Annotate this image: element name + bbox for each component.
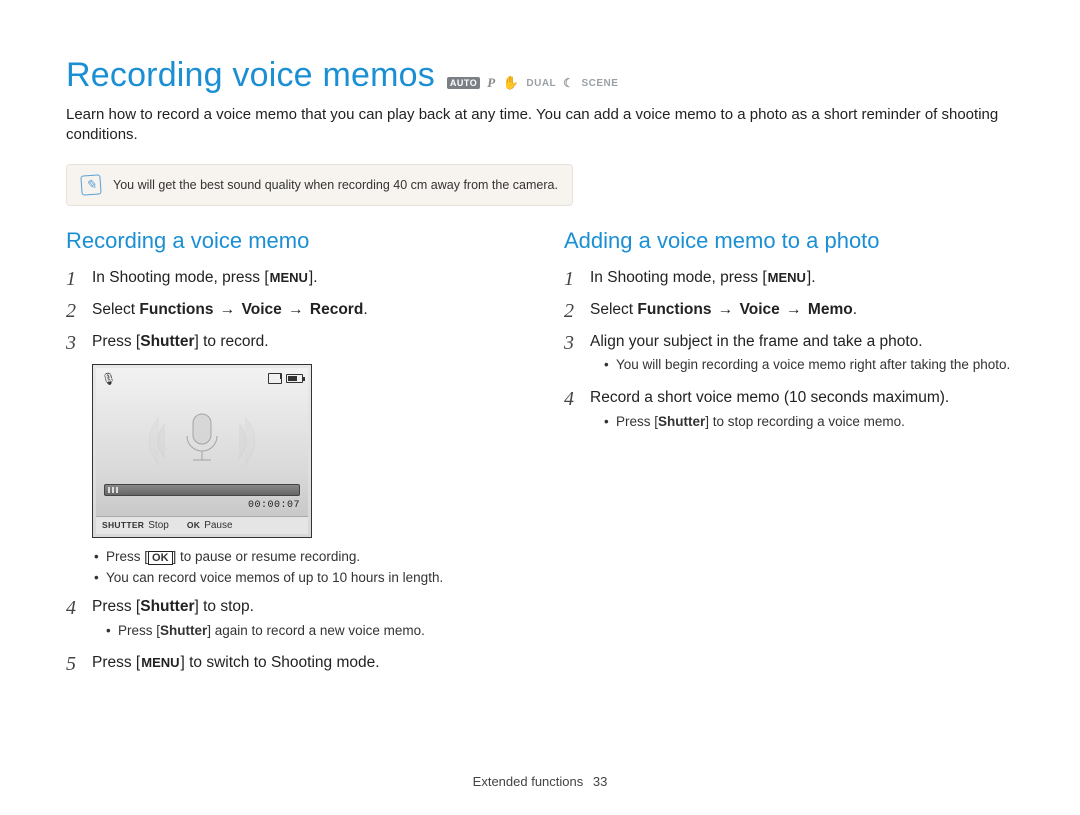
list-item: You can record voice memos of up to 10 h… [94, 569, 516, 587]
list-item: Press [Shutter] to stop recording a voic… [604, 413, 1014, 431]
step-body: Record a short voice memo (10 seconds ma… [590, 388, 1014, 434]
step3-bullets: Press [OK] to pause or resume recording.… [80, 548, 516, 587]
arrow-icon: → [780, 301, 808, 318]
battery-icon [286, 374, 303, 383]
right-step-2: 2 Select Functions → Voice → Memo. [564, 300, 1014, 322]
step-body: Align your subject in the frame and take… [590, 332, 1014, 378]
shutter-hint: SHUTTER Stop [102, 520, 169, 531]
mode-scene-label: SCENE [581, 78, 618, 89]
columns: Recording a voice memo 1 In Shooting mod… [66, 228, 1014, 686]
mode-indicators: AUTO P ✋ DUAL ☾ SCENE [447, 75, 618, 91]
step-number: 3 [564, 332, 580, 354]
step3-bullets: You will begin recording a voice memo ri… [590, 356, 1014, 374]
status-icons [268, 373, 303, 384]
arrow-icon: → [213, 301, 241, 318]
step-number: 4 [66, 597, 82, 619]
left-step-2: 2 Select Functions → Voice → Record. [66, 300, 516, 322]
right-step-3: 3 Align your subject in the frame and ta… [564, 332, 1014, 378]
left-step-1: 1 In Shooting mode, press [MENU]. [66, 268, 516, 290]
mode-auto-icon: AUTO [447, 77, 480, 89]
mode-dual-label: DUAL [526, 78, 556, 89]
menu-button-label: MENU [269, 269, 309, 287]
hand-icon: ✋ [503, 75, 520, 91]
left-step-3: 3 Press [Shutter] to record. [66, 332, 516, 354]
step-number: 1 [66, 268, 82, 290]
right-step-4: 4 Record a short voice memo (10 seconds … [564, 388, 1014, 434]
step4-bullets: Press [Shutter] to stop recording a voic… [590, 413, 1014, 431]
progress-bar [104, 484, 300, 496]
menu-button-label: MENU [767, 269, 807, 287]
arrow-icon: → [282, 301, 310, 318]
screen-display: 🎙 [96, 368, 308, 516]
left-column: Recording a voice memo 1 In Shooting mod… [66, 228, 516, 686]
tip-box: ✎ You will get the best sound quality wh… [66, 164, 573, 206]
manual-page: Recording voice memos AUTO P ✋ DUAL ☾ SC… [0, 0, 1080, 815]
step-body: Press [Shutter] to record. [92, 332, 516, 353]
ok-hint: OK Pause [187, 520, 233, 531]
night-icon: ☾ [563, 76, 574, 90]
step-body: Select Functions → Voice → Memo. [590, 300, 1014, 321]
mode-p-icon: P [487, 75, 495, 91]
camera-screen-illustration: 🎙 [92, 364, 516, 538]
page-title: Recording voice memos [66, 56, 435, 95]
menu-button-label: MENU [140, 654, 180, 672]
step-number: 2 [564, 300, 580, 322]
note-icon: ✎ [80, 174, 101, 195]
step-number: 4 [564, 388, 580, 410]
right-heading: Adding a voice memo to a photo [564, 228, 1014, 254]
left-step-4: 4 Press [Shutter] to stop. Press [Shutte… [66, 597, 516, 643]
microphone-small-icon: 🎙 [101, 372, 116, 386]
left-step-5: 5 Press [MENU] to switch to Shooting mod… [66, 653, 516, 675]
step-body: Select Functions → Voice → Record. [92, 300, 516, 321]
microphone-large-icon [96, 408, 308, 474]
right-column: Adding a voice memo to a photo 1 In Shoo… [564, 228, 1014, 686]
left-heading: Recording a voice memo [66, 228, 516, 254]
step-body: Press [MENU] to switch to Shooting mode. [92, 653, 516, 674]
tip-text: You will get the best sound quality when… [113, 178, 558, 192]
title-row: Recording voice memos AUTO P ✋ DUAL ☾ SC… [66, 56, 1014, 95]
screen-footer: SHUTTER Stop OK Pause [96, 516, 308, 534]
footer-section: Extended functions [473, 774, 584, 789]
list-item: You will begin recording a voice memo ri… [604, 356, 1014, 374]
memory-card-icon [268, 373, 282, 384]
list-item: Press [Shutter] again to record a new vo… [106, 622, 516, 640]
step-body: In Shooting mode, press [MENU]. [590, 268, 1014, 289]
step-number: 1 [564, 268, 580, 290]
ok-button-label: OK [148, 551, 173, 566]
page-footer: Extended functions 33 [0, 774, 1080, 789]
camera-screen: 🎙 [92, 364, 312, 538]
page-number: 33 [593, 774, 607, 789]
right-step-1: 1 In Shooting mode, press [MENU]. [564, 268, 1014, 290]
step-number: 5 [66, 653, 82, 675]
list-item: Press [OK] to pause or resume recording. [94, 548, 516, 566]
step-number: 2 [66, 300, 82, 322]
step-body: In Shooting mode, press [MENU]. [92, 268, 516, 289]
intro-paragraph: Learn how to record a voice memo that yo… [66, 105, 1014, 146]
arrow-icon: → [711, 301, 739, 318]
step-body: Press [Shutter] to stop. Press [Shutter]… [92, 597, 516, 643]
screen-statusbar: 🎙 [96, 368, 308, 386]
step4-bullets: Press [Shutter] again to record a new vo… [92, 622, 516, 640]
timecode: 00:00:07 [248, 500, 300, 511]
step-number: 3 [66, 332, 82, 354]
